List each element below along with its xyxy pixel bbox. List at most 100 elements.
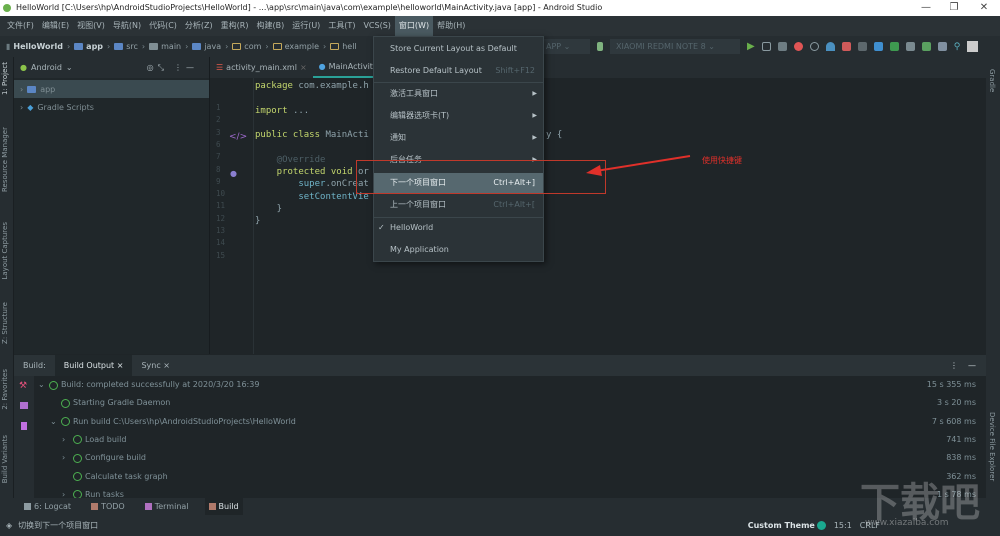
pin-icon[interactable] <box>21 422 27 430</box>
menu-12[interactable]: 帮助(H) <box>433 16 469 36</box>
more-icon[interactable]: ⋮ <box>174 63 182 72</box>
menu-item-1[interactable]: Restore Default Layout Shift+F12 <box>374 61 543 81</box>
menu-9[interactable]: 工具(T) <box>324 16 359 36</box>
menu-0[interactable]: 文件(F) <box>3 16 38 36</box>
menu-5[interactable]: 分析(Z) <box>181 16 217 36</box>
bottom-tab-0[interactable]: 6: Logcat <box>20 498 75 515</box>
menu-item-9[interactable]: My Application <box>374 240 543 260</box>
device-select[interactable]: XIAOMI REDMI NOTE 8 ⌄ <box>610 39 740 54</box>
menu-6[interactable]: 重构(R) <box>217 16 253 36</box>
menu-8[interactable]: 运行(U) <box>288 16 324 36</box>
menu-10[interactable]: VCS(S) <box>359 16 394 36</box>
success-check-icon <box>73 472 82 481</box>
bottom-tab-1[interactable]: TODO <box>87 498 129 515</box>
run-config-select[interactable]: APP ⌄ <box>540 39 590 54</box>
tool-tab-project[interactable]: 1: Project <box>1 62 9 95</box>
breadcrumb-item[interactable]: hell <box>330 42 357 51</box>
menu-item-7[interactable]: 上一个项目窗口 Ctrl+Alt+[ <box>374 195 543 215</box>
tab-build-output[interactable]: Build Output × <box>54 355 133 376</box>
menu-7[interactable]: 构建(B) <box>252 16 288 36</box>
chevron-down-icon[interactable]: ⌄ <box>66 63 73 72</box>
bottom-tab-2[interactable]: Terminal <box>141 498 193 515</box>
expand-icon[interactable]: ⌄ <box>38 376 46 394</box>
sdk-manager-icon[interactable] <box>937 42 947 51</box>
menu-item-label: 上一个项目窗口 <box>390 200 446 209</box>
search-icon[interactable]: ⚲ <box>954 42 961 52</box>
theme-label[interactable]: Custom Theme <box>748 521 815 530</box>
project-icon: ▮ <box>6 42 11 51</box>
build-row[interactable]: › Configure build <box>62 449 146 467</box>
expand-icon[interactable]: › <box>62 431 70 449</box>
hide-icon[interactable]: — <box>968 361 976 370</box>
chevron-right-icon[interactable]: › <box>20 103 23 112</box>
menu-item-0[interactable]: Store Current Layout as Default <box>374 39 543 59</box>
breadcrumb-item[interactable]: main <box>149 42 181 51</box>
bottom-tab-3[interactable]: Build <box>204 498 243 515</box>
collapse-icon[interactable]: ⤡ <box>158 63 164 73</box>
tab-sync[interactable]: Sync × <box>132 355 179 376</box>
sync-gradle-icon[interactable] <box>905 42 915 51</box>
tool-tab-layout-captures[interactable]: Layout Captures <box>1 222 9 280</box>
caret-position[interactable]: 15:1 <box>834 521 852 530</box>
tree-item-gradle-scripts[interactable]: › ◆ Gradle Scripts <box>14 98 209 116</box>
tool-tab-device-file-explorer[interactable]: Device File Explorer <box>988 412 996 481</box>
build-row[interactable]: Calculate task graph <box>62 468 168 486</box>
project-view-select[interactable]: Android <box>31 63 62 72</box>
hammer-icon[interactable]: ⚒ <box>19 381 27 391</box>
breadcrumb-item[interactable]: java <box>192 42 221 51</box>
build-row[interactable]: ⌄ Run build C:\Users\hp\AndroidStudioProj… <box>50 413 296 431</box>
more-icon[interactable]: ⋮ <box>950 361 958 370</box>
breadcrumb-item[interactable]: src <box>114 42 138 51</box>
breadcrumb-item[interactable]: com <box>232 42 261 51</box>
layout-inspector-icon[interactable] <box>873 42 883 51</box>
hide-icon[interactable]: — <box>186 63 194 72</box>
debug-icon[interactable] <box>793 42 803 51</box>
stop-icon[interactable] <box>857 42 867 51</box>
menu-2[interactable]: 视图(V) <box>73 16 109 36</box>
tree-item-app[interactable]: › app <box>14 80 209 98</box>
close-button[interactable]: ✕ <box>970 0 998 16</box>
run-icon[interactable]: ▶ <box>747 41 755 52</box>
breadcrumb-item[interactable]: app <box>74 42 103 51</box>
avatar[interactable] <box>967 41 979 52</box>
profiler-icon[interactable] <box>825 42 835 51</box>
terminal-icon[interactable] <box>889 42 899 51</box>
expand-icon[interactable]: › <box>62 449 70 467</box>
build-row[interactable]: › Load build <box>62 431 126 449</box>
apply-changes-icon[interactable] <box>761 42 771 51</box>
menu-11[interactable]: 窗口(W) <box>394 16 434 36</box>
tool-tab-favorites[interactable]: 2: Favorites <box>1 369 9 410</box>
attach-debugger-icon[interactable] <box>841 42 851 51</box>
build-row[interactable]: Starting Gradle Daemon <box>50 394 170 412</box>
avd-manager-icon[interactable] <box>921 42 931 51</box>
coverage-icon[interactable] <box>809 42 819 51</box>
toggle-view-icon[interactable] <box>20 402 28 409</box>
breadcrumb-item[interactable]: example <box>272 42 319 51</box>
xml-link-icon[interactable]: </> <box>229 132 247 142</box>
override-marker-icon[interactable]: ● <box>230 169 237 178</box>
breadcrumb-item[interactable]: ▮ HelloWorld <box>6 42 63 51</box>
menu-item-4[interactable]: 通知 ▶ <box>374 128 543 148</box>
chevron-right-icon[interactable]: › <box>20 85 23 94</box>
chevron-right-icon: › <box>265 42 269 51</box>
menu-item-2[interactable]: 激活工具窗口 ▶ <box>374 84 543 104</box>
menu-4[interactable]: 代码(C) <box>145 16 181 36</box>
tool-tab-gradle[interactable]: Gradle <box>988 69 996 92</box>
code-token: @Override <box>255 154 326 165</box>
tool-tab-resource-manager[interactable]: Resource Manager <box>1 127 9 192</box>
logcat-icon[interactable] <box>777 42 787 51</box>
close-tab-icon[interactable]: × <box>300 57 307 78</box>
event-icon[interactable]: ◈ <box>6 521 12 530</box>
minimize-button[interactable]: — <box>912 0 940 16</box>
tab-activity-main-xml[interactable]: ☰ activity_main.xml × <box>210 57 313 78</box>
build-row[interactable]: ⌄ Build: completed successfully at 2020/3… <box>38 376 259 394</box>
menu-item-8[interactable]: ✓ HelloWorld <box>374 218 543 238</box>
menu-item-3[interactable]: 编辑器选项卡(T) ▶ <box>374 106 543 126</box>
tool-tab-structure[interactable]: Z: Structure <box>1 302 9 344</box>
menu-1[interactable]: 编辑(E) <box>38 16 73 36</box>
menu-3[interactable]: 导航(N) <box>109 16 145 36</box>
tool-tab-build-variants[interactable]: Build Variants <box>1 435 9 483</box>
maximize-button[interactable]: ❐ <box>940 0 968 16</box>
expand-icon[interactable]: ⌄ <box>50 413 58 431</box>
locate-icon[interactable]: ◎ <box>147 63 154 72</box>
